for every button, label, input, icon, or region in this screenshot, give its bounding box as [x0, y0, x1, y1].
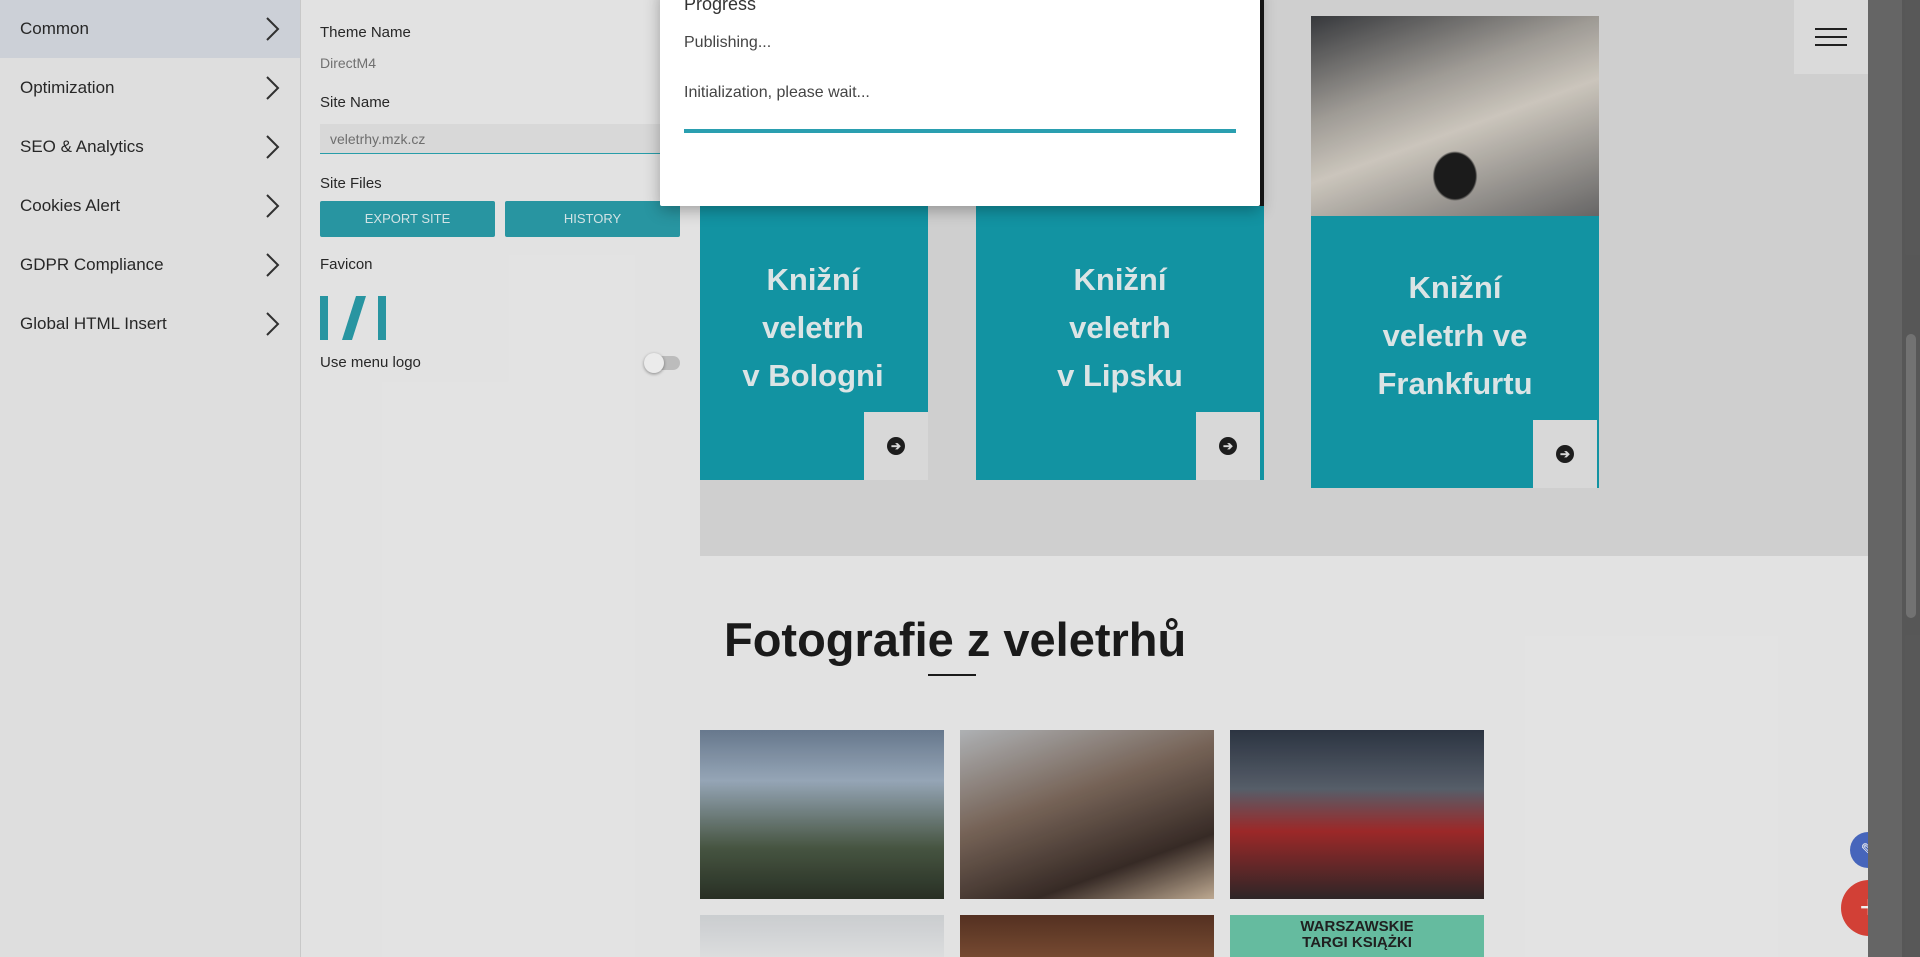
- sidebar-item-common[interactable]: Common: [0, 0, 300, 58]
- site-name-label: Site Name: [320, 94, 391, 111]
- sidebar-item-gdpr-compliance[interactable]: GDPR Compliance: [0, 236, 300, 294]
- sidebar-item-label: GDPR Compliance: [20, 255, 164, 274]
- card-title: Knižní veletrh ve Frankfurtu: [1377, 270, 1533, 401]
- progress-bar: [684, 129, 1236, 133]
- use-menu-logo-toggle[interactable]: [644, 353, 680, 373]
- menu-line: [1815, 44, 1847, 46]
- theme-name-label: Theme Name: [320, 24, 411, 41]
- card-image: [1311, 16, 1599, 216]
- sidebar-item-label: Optimization: [20, 78, 115, 97]
- plus-icon: +: [1860, 889, 1868, 925]
- sidebar-item-label: Cookies Alert: [20, 196, 121, 215]
- common-settings-panel: Theme Name DirectM4 Site Name Site Files…: [301, 0, 700, 957]
- dialog-message: Initialization, please wait...: [684, 84, 870, 101]
- sidebar-item-global-html-insert[interactable]: Global HTML Insert: [0, 295, 300, 353]
- chevron-right-icon: [266, 194, 280, 218]
- card-title: Knižní veletrh v Bologni: [742, 262, 884, 393]
- card-frankfurt[interactable]: Knižní veletrh ve Frankfurtu ➔: [1311, 16, 1599, 488]
- sidebar-item-label: Common: [20, 19, 89, 38]
- site-name-input[interactable]: [320, 124, 670, 154]
- title-underline: [928, 674, 976, 676]
- gallery-photo[interactable]: [700, 730, 944, 899]
- sidebar-item-cookies-alert[interactable]: Cookies Alert: [0, 177, 300, 235]
- chevron-right-icon: [266, 17, 280, 41]
- arrow-right-icon: ➔: [1219, 437, 1237, 455]
- progress-dialog: Progress Publishing... Initialization, p…: [660, 0, 1260, 206]
- card-arrow-button[interactable]: ➔: [864, 412, 928, 480]
- chevron-right-icon: [266, 312, 280, 336]
- toggle-knob: [644, 353, 664, 373]
- card-arrow-button[interactable]: ➔: [1533, 420, 1597, 488]
- settings-sidebar: Common Optimization SEO & Analytics Cook…: [0, 0, 301, 957]
- gallery-photo[interactable]: [700, 915, 944, 957]
- site-files-label: Site Files: [320, 175, 382, 192]
- chevron-right-icon: [266, 76, 280, 100]
- progress-bar-fill: [684, 129, 1236, 133]
- sidebar-item-label: SEO & Analytics: [20, 137, 144, 156]
- sidebar-item-label: Global HTML Insert: [20, 314, 167, 333]
- favicon-label: Favicon: [320, 256, 373, 273]
- theme-name-value: DirectM4: [320, 55, 377, 71]
- scrollbar-thumb[interactable]: [1906, 334, 1916, 618]
- use-menu-logo-label: Use menu logo: [320, 354, 421, 371]
- section-title: Fotografie z veletrhů: [724, 613, 1187, 666]
- menu-line: [1815, 28, 1847, 30]
- gallery-photo[interactable]: WARSZAWSKIE TARGI KSIĄŻKI: [1230, 915, 1484, 957]
- history-button[interactable]: HISTORY: [505, 201, 680, 237]
- sidebar-item-seo-analytics[interactable]: SEO & Analytics: [0, 118, 300, 176]
- add-block-button[interactable]: +: [1841, 880, 1868, 936]
- favicon-image[interactable]: [320, 294, 388, 342]
- export-site-button[interactable]: EXPORT SITE: [320, 201, 495, 237]
- card-title: Knižní veletrh v Lipsku: [1057, 262, 1183, 393]
- banner-text: WARSZAWSKIE TARGI KSIĄŻKI: [1300, 918, 1414, 951]
- gallery-photo[interactable]: [1230, 730, 1484, 899]
- dialog-status: Publishing...: [684, 34, 772, 51]
- hamburger-menu-button[interactable]: [1794, 0, 1868, 74]
- edit-button[interactable]: ✎: [1850, 832, 1868, 868]
- chevron-right-icon: [266, 253, 280, 277]
- gallery-photo[interactable]: [960, 915, 1214, 957]
- sidebar-item-optimization[interactable]: Optimization: [0, 59, 300, 117]
- arrow-right-icon: ➔: [1556, 445, 1574, 463]
- gallery-photo[interactable]: [960, 730, 1214, 899]
- arrow-right-icon: ➔: [887, 437, 905, 455]
- pencil-icon: ✎: [1860, 840, 1868, 860]
- card-arrow-button[interactable]: ➔: [1196, 412, 1260, 480]
- chevron-right-icon: [266, 135, 280, 159]
- dialog-title: Progress: [684, 0, 757, 14]
- menu-line: [1815, 36, 1847, 38]
